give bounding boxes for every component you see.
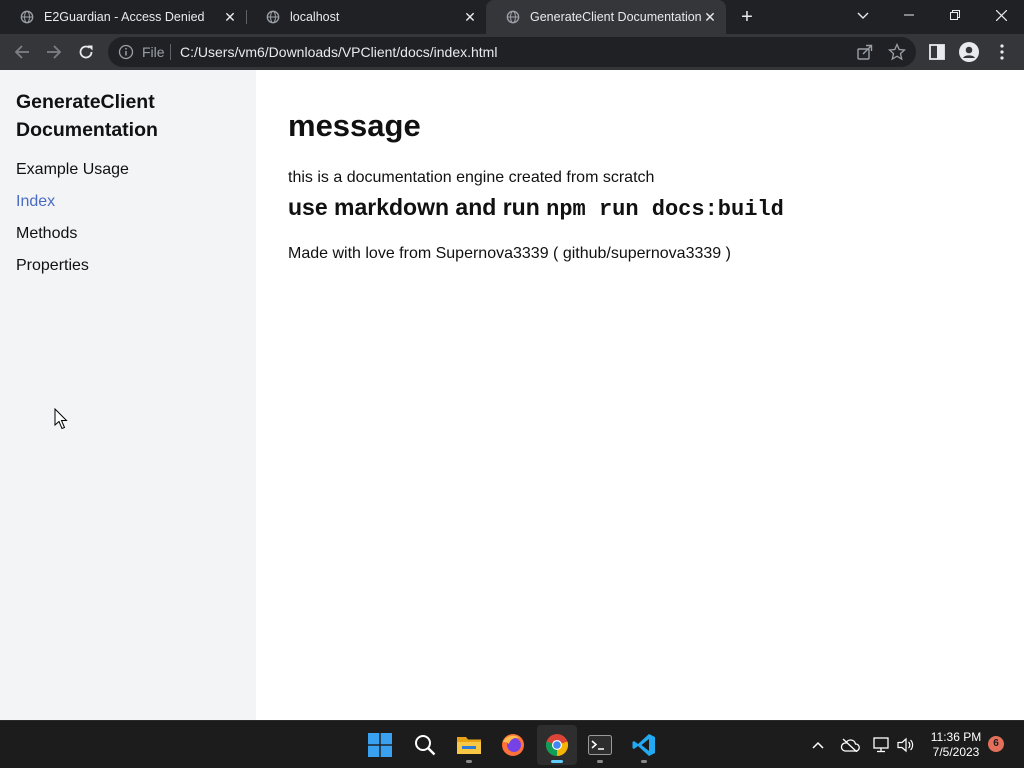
globe-icon xyxy=(266,10,280,24)
star-icon[interactable] xyxy=(888,43,906,61)
minimize-button[interactable] xyxy=(886,0,932,30)
taskbar-clock[interactable]: 11:36 PM 7/5/2023 xyxy=(922,730,990,760)
url-text[interactable]: C:/Users/vm6/Downloads/VPClient/docs/ind… xyxy=(180,44,497,60)
tab-search-button[interactable] xyxy=(840,0,886,30)
taskbar-terminal[interactable] xyxy=(580,725,620,765)
volume-icon xyxy=(897,737,914,753)
close-icon xyxy=(995,9,1007,21)
show-hidden-icons-button[interactable] xyxy=(808,735,828,755)
firefox-icon xyxy=(502,734,524,756)
tab-title: E2Guardian - Access Denied xyxy=(44,10,205,24)
start-icon xyxy=(368,733,392,757)
subheading-text: use markdown and run xyxy=(288,194,547,220)
network-tray[interactable] xyxy=(872,735,892,755)
sidebar-link-properties[interactable]: Properties xyxy=(16,257,89,275)
file-explorer-icon xyxy=(457,737,481,754)
menu-button[interactable] xyxy=(992,42,1012,62)
clock-date: 7/5/2023 xyxy=(932,745,980,759)
sidebar-title: GenerateClient Documentation xyxy=(16,91,158,141)
docs-sidebar: GenerateClient Documentation Example Usa… xyxy=(0,70,256,720)
tab-strip: E2Guardian - Access Denied ✕ localhost ✕… xyxy=(0,0,1024,34)
minimize-icon xyxy=(904,14,914,16)
taskbar-chrome[interactable] xyxy=(537,725,577,765)
restore-button[interactable] xyxy=(932,0,978,30)
close-tab-icon[interactable]: ✕ xyxy=(222,9,238,25)
browser-toolbar: File C:/Users/vm6/Downloads/VPClient/doc… xyxy=(0,34,1024,70)
tab-title: localhost xyxy=(290,10,340,24)
reload-icon xyxy=(79,45,93,59)
profile-button[interactable] xyxy=(959,42,979,62)
chevron-up-icon xyxy=(812,741,824,749)
forward-button[interactable] xyxy=(40,38,68,66)
close-tab-icon[interactable]: ✕ xyxy=(702,9,718,25)
address-bar[interactable]: File C:/Users/vm6/Downloads/VPClient/doc… xyxy=(108,37,916,67)
tab-title: GenerateClient Documentation xyxy=(530,10,702,24)
address-divider xyxy=(170,44,171,60)
chrome-icon xyxy=(545,734,569,757)
sidebar-link-index[interactable]: Index xyxy=(16,193,55,211)
subheading: use markdown and run npm run docs:build xyxy=(288,194,784,222)
network-icon xyxy=(873,737,889,753)
taskbar-file-explorer[interactable] xyxy=(449,725,489,765)
page-heading: message xyxy=(288,108,421,143)
taskbar-vscode[interactable] xyxy=(624,725,664,765)
tab-generateclient-docs[interactable]: GenerateClient Documentation ✕ xyxy=(486,0,726,34)
command-code: npm run docs:build xyxy=(546,197,784,222)
more-vertical-icon xyxy=(1000,44,1004,60)
search-button[interactable] xyxy=(405,725,445,765)
chevron-down-icon xyxy=(857,12,869,19)
close-window-button[interactable] xyxy=(978,0,1024,30)
mouse-cursor-icon xyxy=(54,408,68,430)
page-viewport: GenerateClient Documentation Example Usa… xyxy=(0,70,1024,720)
info-icon[interactable] xyxy=(118,44,134,60)
share-icon[interactable] xyxy=(856,43,874,61)
back-button[interactable] xyxy=(8,38,36,66)
volume-tray[interactable] xyxy=(896,735,916,755)
taskbar-firefox[interactable] xyxy=(493,725,533,765)
side-panel-icon xyxy=(929,44,945,60)
sidebar-link-example-usage[interactable]: Example Usage xyxy=(16,161,129,179)
restore-icon xyxy=(950,10,960,20)
side-panel-button[interactable] xyxy=(927,42,947,62)
cloud-offline-icon xyxy=(840,738,860,752)
scheme-label: File xyxy=(142,44,165,60)
tab-e2guardian[interactable]: E2Guardian - Access Denied ✕ xyxy=(0,0,246,34)
onedrive-tray[interactable] xyxy=(840,735,860,755)
windows-taskbar: 11:36 PM 7/5/2023 6 xyxy=(0,720,1024,768)
active-indicator xyxy=(551,760,563,763)
search-icon xyxy=(415,735,436,756)
profile-icon xyxy=(959,42,979,62)
reload-button[interactable] xyxy=(72,38,100,66)
globe-icon xyxy=(506,10,520,24)
new-tab-button[interactable]: + xyxy=(736,6,758,28)
credits-text: Made with love from Supernova3339 ( gith… xyxy=(288,245,731,262)
arrow-right-icon xyxy=(47,45,62,59)
intro-paragraph: this is a documentation engine created f… xyxy=(288,169,655,186)
vscode-icon xyxy=(632,734,655,756)
running-indicator xyxy=(641,760,647,763)
notification-badge[interactable]: 6 xyxy=(988,736,1004,752)
globe-icon xyxy=(20,10,34,24)
running-indicator xyxy=(466,760,472,763)
arrow-left-icon xyxy=(14,45,29,59)
start-button[interactable] xyxy=(360,725,400,765)
tab-localhost[interactable]: localhost ✕ xyxy=(246,0,486,34)
close-tab-icon[interactable]: ✕ xyxy=(462,9,478,25)
clock-time: 11:36 PM xyxy=(930,730,982,744)
running-indicator xyxy=(597,760,603,763)
terminal-icon xyxy=(588,735,612,755)
sidebar-link-methods[interactable]: Methods xyxy=(16,225,77,243)
